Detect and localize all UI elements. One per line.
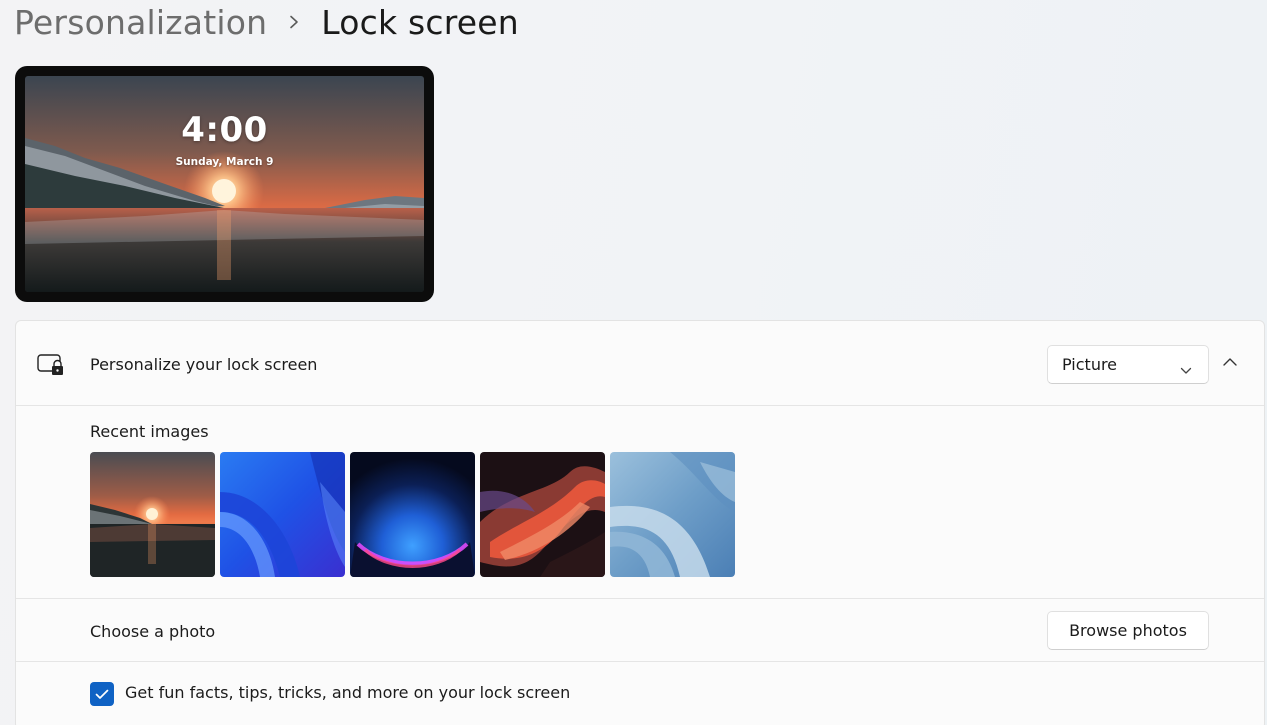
- checkmark-icon: [95, 689, 109, 699]
- dropdown-selected-value: Picture: [1062, 355, 1118, 374]
- recent-image-sunset-lake[interactable]: [90, 452, 215, 577]
- lock-screen-type-dropdown[interactable]: Picture: [1047, 345, 1209, 384]
- fun-facts-row: Get fun facts, tips, tricks, and more on…: [16, 662, 1264, 725]
- chevron-down-icon: [1180, 360, 1192, 379]
- chevron-right-icon: [267, 15, 321, 29]
- settings-page: Personalization Lock screen 4:00 Sunday,…: [0, 0, 1267, 725]
- browse-photos-button[interactable]: Browse photos: [1047, 611, 1209, 650]
- recent-image-red-ribbon[interactable]: [480, 452, 605, 577]
- breadcrumb: Personalization Lock screen: [14, 0, 519, 44]
- preview-wallpaper: [25, 76, 424, 292]
- fun-facts-checkbox[interactable]: [90, 682, 114, 706]
- choose-photo-row: Choose a photo Browse photos: [16, 598, 1264, 662]
- preview-clock: 4:00: [181, 110, 268, 150]
- page-title: Lock screen: [321, 2, 519, 42]
- recent-images-list: [90, 452, 735, 577]
- lock-screen-icon: [37, 354, 65, 380]
- chevron-up-icon[interactable]: [1222, 353, 1238, 372]
- recent-images-label: Recent images: [90, 422, 209, 441]
- preview-date: Sunday, March 9: [175, 156, 274, 168]
- lock-screen-settings-card: Personalize your lock screen Picture Rec…: [15, 320, 1265, 725]
- recent-image-dark-glow[interactable]: [350, 452, 475, 577]
- preview-screen: 4:00 Sunday, March 9: [25, 76, 424, 292]
- personalize-lock-screen-row[interactable]: Personalize your lock screen Picture: [16, 321, 1264, 406]
- recent-image-blue-bloom[interactable]: [220, 452, 345, 577]
- lock-screen-preview: 4:00 Sunday, March 9: [15, 66, 434, 302]
- fun-facts-label: Get fun facts, tips, tricks, and more on…: [125, 683, 571, 702]
- choose-photo-label: Choose a photo: [90, 622, 216, 641]
- personalize-lock-screen-label: Personalize your lock screen: [90, 355, 318, 374]
- recent-image-light-blue-bloom[interactable]: [610, 452, 735, 577]
- breadcrumb-personalization[interactable]: Personalization: [14, 3, 267, 42]
